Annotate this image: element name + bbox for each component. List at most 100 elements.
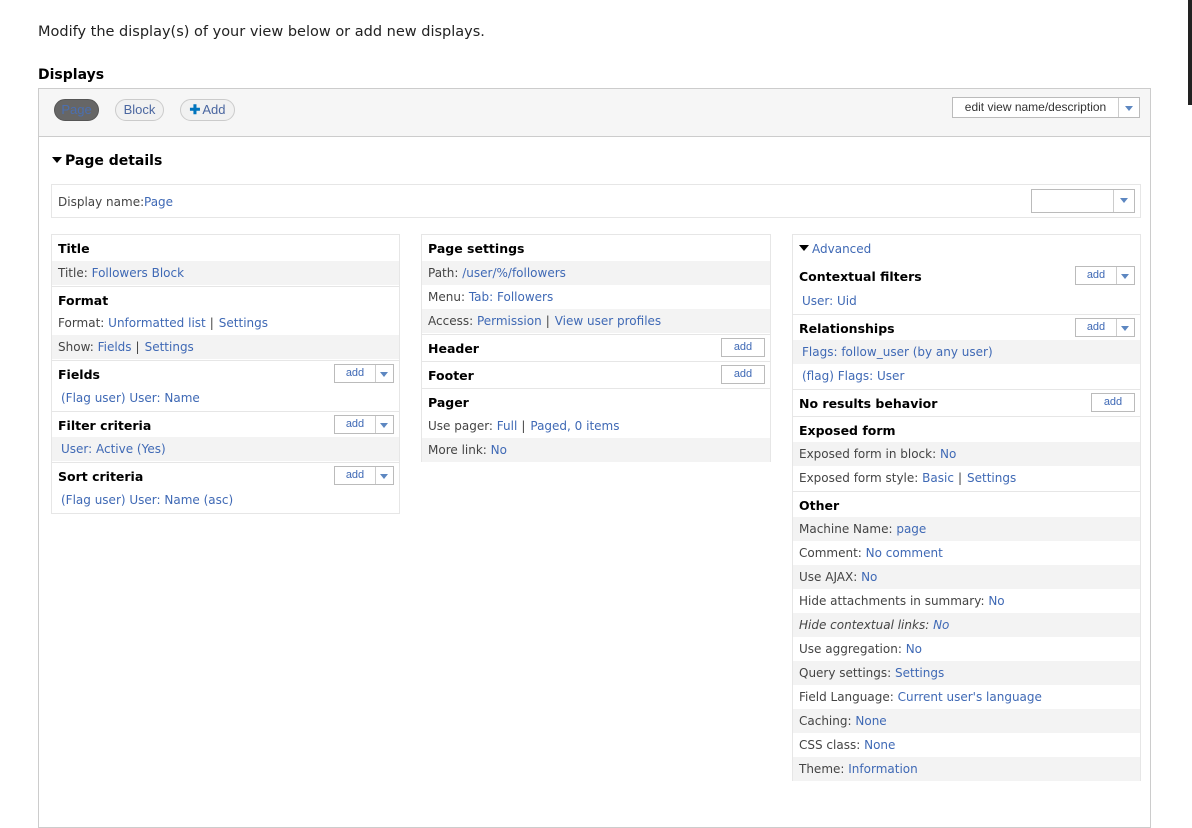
chevron-down-icon[interactable] bbox=[375, 365, 393, 382]
edit-view-label[interactable]: edit view name/description bbox=[953, 98, 1118, 117]
add-display-button[interactable]: ✚ Add bbox=[180, 99, 235, 121]
row-label: Format: bbox=[58, 316, 105, 330]
exposed-style-settings-link[interactable]: Settings bbox=[967, 471, 1016, 485]
path-row: Path: /user/%/followers bbox=[422, 261, 770, 285]
page-details-toggle[interactable]: Page details bbox=[52, 153, 162, 169]
chevron-down-icon[interactable] bbox=[1113, 190, 1134, 212]
menu-row: Menu: Tab: Followers bbox=[422, 285, 770, 309]
section-heading: Contextual filters bbox=[799, 269, 922, 284]
show-settings-link[interactable]: Settings bbox=[145, 340, 194, 354]
access-link[interactable]: Permission bbox=[477, 314, 542, 328]
contextual-link[interactable]: User: Uid bbox=[802, 294, 857, 308]
section-heading: Other bbox=[799, 498, 840, 513]
format-link[interactable]: Unformatted list bbox=[108, 316, 206, 330]
filter-item: User: Active (Yes) bbox=[52, 437, 399, 461]
section-no-results: No results behavior add bbox=[793, 389, 1140, 416]
path-link[interactable]: /user/%/followers bbox=[462, 266, 566, 280]
section-heading: Exposed form bbox=[799, 423, 896, 438]
relationship-item: Flags: follow_user (by any user) bbox=[793, 340, 1140, 364]
relationship-link[interactable]: (flag) Flags: User bbox=[802, 369, 904, 383]
query-settings-link[interactable]: Settings bbox=[895, 666, 944, 680]
hide-attachments-link[interactable]: No bbox=[988, 594, 1004, 608]
row-label: Query settings: bbox=[799, 666, 892, 680]
display-tabs-bar: Page Block ✚ Add edit view name/descripti… bbox=[39, 89, 1150, 137]
pager-type-link[interactable]: Full bbox=[497, 419, 518, 433]
section-heading: No results behavior bbox=[799, 396, 938, 411]
edit-view-dropdown[interactable]: edit view name/description bbox=[952, 97, 1140, 118]
section-exposed-form: Exposed form bbox=[793, 416, 1140, 443]
exposed-block-link[interactable]: No bbox=[940, 447, 956, 461]
middle-column: Page settings Path: /user/%/followers Me… bbox=[421, 234, 771, 462]
display-name-link[interactable]: Page bbox=[144, 195, 173, 209]
row-label: Exposed form in block: bbox=[799, 447, 937, 461]
show-link[interactable]: Fields bbox=[98, 340, 132, 354]
other-row: Caching: None bbox=[793, 709, 1140, 733]
field-link[interactable]: (Flag user) User: Name bbox=[61, 391, 200, 405]
add-label[interactable]: add bbox=[1092, 394, 1134, 411]
sort-add-button[interactable]: add bbox=[334, 466, 394, 485]
section-title: Title bbox=[52, 235, 399, 261]
pager-options-link[interactable]: Paged, 0 items bbox=[530, 419, 619, 433]
relationship-link[interactable]: Flags: follow_user (by any user) bbox=[802, 345, 993, 359]
add-label[interactable]: add bbox=[722, 339, 764, 356]
tab-page[interactable]: Page bbox=[54, 99, 99, 121]
comment-link[interactable]: No comment bbox=[866, 546, 943, 560]
row-label: Access: bbox=[428, 314, 474, 328]
tab-block[interactable]: Block bbox=[115, 99, 164, 121]
theme-link[interactable]: Information bbox=[848, 762, 917, 776]
access-permission-link[interactable]: View user profiles bbox=[555, 314, 661, 328]
add-label[interactable]: add bbox=[335, 467, 375, 484]
other-row: Use AJAX: No bbox=[793, 565, 1140, 589]
hide-contextual-links-link[interactable]: No bbox=[933, 618, 949, 632]
row-label: Show: bbox=[58, 340, 94, 354]
display-name-bar: Display name: Page bbox=[51, 184, 1141, 218]
machine-name-link[interactable]: page bbox=[896, 522, 926, 536]
sort-link[interactable]: (Flag user) User: Name (asc) bbox=[61, 493, 233, 507]
display-actions-dropdown[interactable] bbox=[1031, 189, 1135, 213]
chevron-down-icon[interactable] bbox=[1116, 319, 1134, 336]
triangle-down-icon bbox=[799, 245, 809, 251]
filter-link[interactable]: User: Active (Yes) bbox=[61, 442, 166, 456]
header-add-button[interactable]: add bbox=[721, 338, 765, 357]
row-label: Comment: bbox=[799, 546, 862, 560]
row-label: Use aggregation: bbox=[799, 642, 902, 656]
section-heading: Format bbox=[58, 293, 109, 308]
display-name-label: Display name: bbox=[58, 195, 145, 209]
chevron-down-icon[interactable] bbox=[1118, 98, 1139, 117]
use-pager-row: Use pager: Full | Paged, 0 items bbox=[428, 419, 620, 433]
use-ajax-link[interactable]: No bbox=[861, 570, 877, 584]
add-label[interactable]: add bbox=[1076, 267, 1116, 284]
caching-link[interactable]: None bbox=[855, 714, 886, 728]
add-label[interactable]: add bbox=[335, 416, 375, 433]
chevron-down-icon[interactable] bbox=[375, 416, 393, 433]
fields-add-button[interactable]: add bbox=[334, 364, 394, 383]
field-language-link[interactable]: Current user's language bbox=[898, 690, 1042, 704]
exposed-style-link[interactable]: Basic bbox=[922, 471, 954, 485]
footer-add-button[interactable]: add bbox=[721, 365, 765, 384]
contextual-add-button[interactable]: add bbox=[1075, 266, 1135, 285]
more-link-value[interactable]: No bbox=[491, 443, 507, 457]
use-aggregation-link[interactable]: No bbox=[906, 642, 922, 656]
chevron-down-icon[interactable] bbox=[1116, 267, 1134, 284]
menu-link[interactable]: Tab: Followers bbox=[469, 290, 553, 304]
css-class-link[interactable]: None bbox=[864, 738, 895, 752]
add-label[interactable]: add bbox=[1076, 319, 1116, 336]
relationship-item: (flag) Flags: User bbox=[793, 364, 1140, 388]
no-results-add-button[interactable]: add bbox=[1091, 393, 1135, 412]
advanced-toggle[interactable]: Advanced bbox=[799, 242, 871, 256]
sort-item: (Flag user) User: Name (asc) bbox=[52, 488, 399, 512]
section-heading: Relationships bbox=[799, 321, 895, 336]
format-settings-link[interactable]: Settings bbox=[219, 316, 268, 330]
add-label[interactable]: add bbox=[335, 365, 375, 382]
advanced-label[interactable]: Advanced bbox=[812, 242, 871, 256]
add-label[interactable]: add bbox=[722, 366, 764, 383]
title-link[interactable]: Followers Block bbox=[92, 266, 184, 280]
other-row: Hide contextual links: No bbox=[793, 613, 1140, 637]
section-relationships: Relationships add bbox=[793, 314, 1140, 341]
filter-add-button[interactable]: add bbox=[334, 415, 394, 434]
chevron-down-icon[interactable] bbox=[375, 467, 393, 484]
row-label: Menu: bbox=[428, 290, 465, 304]
section-heading: Page settings bbox=[428, 241, 525, 256]
section-fields: Fields add bbox=[52, 360, 399, 387]
relationships-add-button[interactable]: add bbox=[1075, 318, 1135, 337]
